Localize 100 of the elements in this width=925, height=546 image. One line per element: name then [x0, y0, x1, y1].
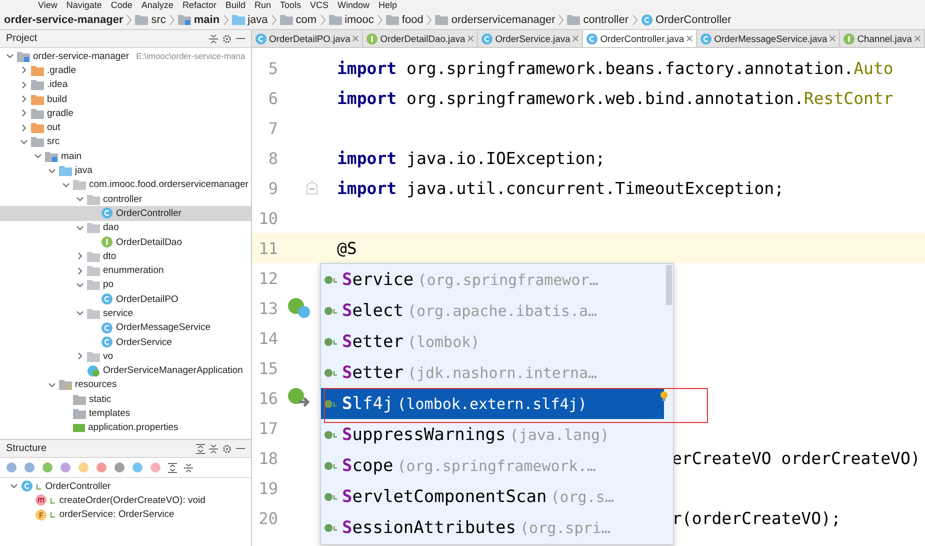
completion-item[interactable]: Setter (jdk.nashorn.interna… [321, 357, 664, 388]
tree-item[interactable]: dao [0, 220, 251, 235]
editor-tab[interactable]: OrderDetailDao.java [363, 30, 478, 47]
tree-item[interactable]: application.properties [0, 420, 251, 436]
breadcrumb-item[interactable]: controller [583, 14, 629, 26]
fold-icon[interactable] [306, 181, 318, 195]
spring-bean-icon[interactable] [287, 297, 311, 319]
folder-icon [73, 394, 86, 405]
completion-item[interactable]: Setter (lombok) [321, 326, 664, 357]
menu-item[interactable]: Tools [280, 1, 301, 10]
tree-item[interactable]: gradle [0, 106, 251, 120]
annotation-icon [324, 430, 338, 440]
tree-item[interactable]: OrderController [0, 206, 251, 221]
tree-item[interactable]: com.imooc.food.orderservicemanager [0, 178, 251, 192]
chevron-right-icon[interactable] [76, 352, 84, 360]
class-icon [21, 480, 34, 492]
completion-item[interactable]: Scope (org.springframework.… [321, 450, 664, 481]
tree-item[interactable]: static [0, 392, 251, 406]
completion-item[interactable]: Select (org.apache.ibatis.a… [321, 295, 664, 326]
chevron-down-icon[interactable] [6, 52, 14, 60]
close-icon[interactable] [914, 35, 921, 42]
toolbar-icon[interactable] [114, 462, 125, 473]
menu-item[interactable]: Navigate [66, 1, 102, 10]
collapse-all-icon[interactable] [209, 34, 218, 44]
menu-item[interactable]: Run [254, 1, 271, 10]
breadcrumb-item[interactable]: OrderController [656, 14, 732, 26]
tree-item[interactable]: build [0, 92, 251, 106]
close-icon[interactable] [686, 35, 694, 42]
menu-item[interactable]: Window [338, 1, 370, 10]
settings-icon[interactable] [222, 34, 232, 44]
tree-item[interactable]: service [0, 306, 251, 321]
chevron-down-icon[interactable] [76, 280, 84, 289]
tree-item[interactable]: out [0, 120, 251, 135]
completion-item[interactable]: Service (org.springframewor… [321, 264, 664, 295]
tree-item[interactable]: OrderService [0, 334, 251, 350]
tree-item[interactable]: OrderServiceManagerApplication [0, 364, 251, 378]
expand-all-icon[interactable] [168, 462, 177, 472]
expand-all-icon[interactable] [196, 444, 205, 454]
tree-item[interactable]: order-service-manager E:\imooc\order-service-mana [0, 49, 251, 64]
separator-icon [126, 14, 132, 26]
spring-run-icon[interactable] [287, 387, 311, 409]
menu-item[interactable]: Code [110, 1, 132, 10]
completion-item[interactable]: Slf4j (lombok.extern.slf4j) [321, 388, 664, 419]
tree-item[interactable]: resources [0, 378, 251, 392]
scrollbar-thumb[interactable] [666, 265, 672, 305]
tree-item[interactable]: enummeration [0, 263, 251, 278]
lightbulb-icon[interactable] [660, 391, 668, 401]
collapse-all-icon[interactable] [209, 444, 218, 454]
completion-item[interactable]: SessionAttributes (org.spri… [321, 512, 664, 543]
tree-item[interactable]: .idea [0, 78, 251, 92]
editor-tab[interactable]: OrderService.java [478, 30, 584, 47]
breadcrumb-item[interactable]: main [194, 14, 220, 26]
chevron-down-icon[interactable] [76, 224, 84, 232]
tree-item[interactable]: controller [0, 192, 251, 206]
structure-item[interactable]: OrderController [0, 479, 251, 494]
settings-icon[interactable] [222, 444, 232, 454]
tree-item[interactable]: src [0, 134, 251, 150]
tree-item[interactable]: OrderMessageService [0, 320, 251, 335]
tree-item[interactable]: main [0, 149, 251, 164]
chevron-down-icon[interactable] [76, 309, 84, 318]
editor-tab[interactable]: OrderMessageService.java [697, 30, 840, 47]
breadcrumb-item[interactable]: src [151, 14, 166, 26]
breadcrumb-item[interactable]: java [248, 14, 268, 26]
breadcrumb-item[interactable]: com [296, 14, 317, 26]
close-icon[interactable] [352, 35, 360, 42]
module-folder-icon [178, 14, 191, 25]
menu-item[interactable]: Refactor [182, 1, 216, 10]
menu-item[interactable]: Build [225, 1, 246, 10]
chevron-down-icon[interactable] [48, 380, 56, 389]
class-icon [101, 293, 113, 306]
structure-item[interactable]: orderService: OrderService [0, 508, 251, 522]
tree-item[interactable]: .gradle [0, 63, 251, 78]
menu-item[interactable]: VCS [310, 1, 329, 10]
close-icon[interactable] [467, 35, 474, 42]
breadcrumb-item[interactable]: food [402, 14, 424, 26]
folder-icon [567, 14, 580, 25]
completion-item[interactable]: ServletComponentScan (org.s… [321, 481, 664, 512]
collapse-all-icon[interactable] [184, 462, 193, 472]
structure-item[interactable]: createOrder(OrderCreateVO): void [0, 493, 251, 508]
tree-item[interactable]: templates [0, 406, 251, 421]
breadcrumb-item[interactable]: imooc [344, 14, 374, 26]
menu-item[interactable]: View [38, 1, 58, 10]
annotation-icon [324, 306, 338, 316]
tree-item[interactable]: vo [0, 349, 251, 364]
tree-item[interactable]: po [0, 278, 251, 292]
editor-tab[interactable]: OrderController.java [583, 30, 698, 47]
editor-tab[interactable]: OrderDetailPO.java [252, 30, 364, 47]
tree-item[interactable]: java [0, 163, 251, 178]
menu-item[interactable]: Help [378, 1, 398, 10]
tree-item[interactable]: OrderDetailPO [0, 292, 251, 306]
tree-item[interactable]: dto [0, 249, 251, 264]
close-icon[interactable] [829, 35, 836, 42]
breadcrumb-item[interactable]: order-service-manager [4, 14, 124, 26]
breadcrumb-item[interactable]: orderservicemanager [451, 14, 556, 26]
close-icon[interactable] [572, 35, 580, 42]
editor-tab[interactable]: Channel.java [840, 30, 925, 47]
completion-item[interactable]: SuppressWarnings (java.lang) [321, 419, 664, 450]
tree-item[interactable]: OrderDetailDao [0, 234, 251, 250]
menu-item[interactable]: Analyze [141, 1, 174, 10]
chevron-down-icon[interactable] [10, 482, 18, 490]
